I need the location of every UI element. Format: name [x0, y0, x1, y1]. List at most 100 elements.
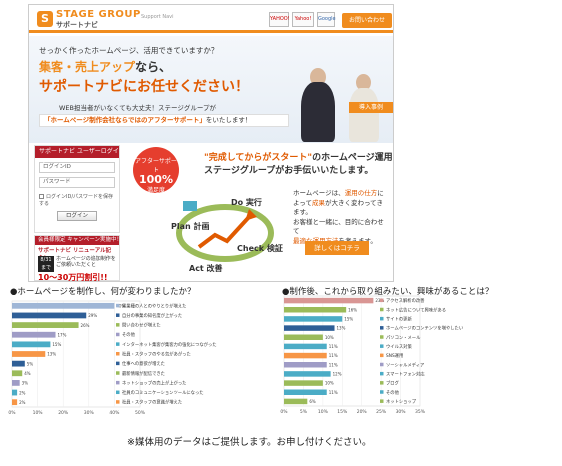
logo-icon: S — [37, 11, 53, 27]
desc-highlight-2: 成果 — [311, 198, 325, 207]
hero-headline: 集客・売上アップなら、 — [39, 58, 171, 75]
legend-swatch — [116, 361, 120, 366]
legend-swatch — [116, 313, 120, 317]
bar-value-label: 6% — [309, 399, 316, 404]
hero-headline-rest: なら、 — [135, 60, 172, 74]
left-chart-title: ●ホームページを制作し、何が変わりましたか？ — [10, 287, 196, 297]
remember-label: ログインID/パスワードを保存する — [39, 194, 114, 207]
details-button[interactable]: 詳しくはコチラ — [305, 241, 369, 255]
cycle-label-check: Check 検証 — [237, 243, 283, 253]
category-label: 問い合わせが増えた — [122, 322, 161, 329]
password-field[interactable]: パスワード — [39, 177, 115, 188]
operation-description: ホームページは、運用の仕方に よって成果が大きく変わってきます。 お客様と一緒に… — [293, 189, 389, 246]
logo-text[interactable]: STAGE GROUP — [56, 9, 141, 20]
category-label: ホームページのコンテンツを増やしたい — [386, 325, 463, 332]
legend-swatch — [380, 298, 384, 303]
bar — [284, 343, 327, 350]
login-button[interactable]: ログイン — [57, 211, 97, 221]
hero-lead: せっかく作ったホームページ、活用できていますか？ — [39, 46, 219, 55]
bar-value-label: 4% — [24, 371, 31, 376]
checkbox-icon[interactable] — [39, 194, 44, 199]
category-label: ソーシャルメディア — [386, 361, 424, 368]
category-label: ウイルス対策 — [386, 343, 412, 350]
bar — [12, 331, 56, 338]
bar — [12, 370, 23, 377]
category-label: 異業種の人とのやりとりが増えた — [122, 302, 186, 309]
remember-checkbox[interactable]: ログインID/パスワードを保存する — [39, 193, 115, 207]
campaign-date: 8/31まで — [38, 256, 54, 272]
bar — [284, 352, 327, 359]
mid-title-rest: のホームページ運用 — [312, 153, 393, 163]
cycle-label-do: Do 実行 — [231, 197, 262, 207]
badge-yahoo: YAHOO! — [269, 12, 290, 27]
campaign-header: 会員様限定 キャンペーン実施中！ — [35, 236, 119, 245]
bar-value-label: 13% — [337, 326, 346, 331]
bar-value-label: 11% — [329, 362, 338, 367]
case-study-button[interactable]: 導入事例 — [349, 102, 393, 113]
legend-swatch — [116, 371, 120, 375]
pdca-cycle-diagram: Plan 計画 Do 実行 Check 検証 Act 改善 — [171, 197, 283, 273]
x-tick-label: 25% — [376, 409, 387, 415]
cycle-label-plan: Plan 計画 — [171, 221, 209, 231]
right-bar-chart: 0% 5% 10% 15% 20% 25% 30% 35%23% アクセス解析の改善16% ネット… — [280, 295, 463, 415]
badge-yahoo-2: Yahoo! — [292, 12, 314, 27]
logo-subtitle: サポートナビ — [56, 21, 98, 29]
x-tick-label: 40% — [109, 410, 120, 416]
bar — [284, 334, 323, 340]
legend-swatch — [116, 400, 120, 404]
desc-text-1-end: に — [377, 189, 384, 197]
legend-swatch — [116, 323, 120, 327]
x-tick-label: 10% — [318, 409, 329, 415]
x-tick-label: 30% — [396, 409, 407, 415]
desc-text-2-prefix: よって — [293, 198, 312, 207]
cycle-label-act: Act 改善 — [189, 263, 223, 273]
campaign-banner[interactable]: 会員様限定 キャンペーン実施中！ サポートナビ リニューアル記念！ 8/31まで… — [34, 235, 120, 281]
x-tick-label: 20% — [58, 410, 69, 416]
legend-swatch — [380, 316, 384, 321]
campaign-text: ホームページの追加制作を ご依頼いただくと — [56, 256, 116, 268]
bar-value-label: 10% — [325, 335, 334, 340]
bar-value-label: 15% — [52, 342, 61, 347]
legend-swatch — [380, 381, 384, 385]
seal-big: 100% — [139, 173, 173, 186]
hero-headline-accent: 集客・売上アップ — [39, 60, 136, 74]
bar — [12, 341, 51, 348]
category-label: スマートフォン対応 — [386, 370, 425, 377]
bar-value-label: 11% — [329, 390, 338, 395]
bar-value-label: 12% — [333, 372, 342, 377]
legend-swatch — [380, 353, 384, 358]
mid-title-line2: ステージグループがお手伝いいたします。 — [204, 166, 374, 176]
legend-swatch — [380, 344, 384, 348]
category-label: サイトの更新 — [386, 315, 412, 322]
category-label: 自分の事業の知名度が上がった — [122, 312, 182, 319]
bar-value-label: 11% — [329, 353, 338, 358]
bar-value-label: 13% — [47, 352, 56, 357]
category-label: その他 — [386, 389, 400, 396]
legend-swatch — [116, 380, 120, 385]
bar-value-label: 16% — [348, 307, 357, 312]
category-label: 社員のコミュニケーションツールになった — [122, 389, 204, 396]
bar-value-label: 3% — [22, 381, 29, 386]
footnote: ※媒体用のデータはご提供します。お申し付けください。 — [127, 437, 372, 448]
login-id-field[interactable]: ログインID — [39, 162, 115, 173]
businesswoman-photo — [349, 88, 379, 142]
hero-subheadline: サポートナビにお任せください！ — [39, 79, 249, 95]
bar-value-label: 29% — [88, 313, 97, 318]
category-label: ネット広告について興味がある — [386, 306, 446, 313]
category-label: アクセス解析の改善 — [386, 297, 425, 304]
category-label: ネットショップの売上が上がった — [122, 379, 186, 386]
bar — [12, 312, 87, 319]
bar — [284, 389, 327, 395]
site-header: S STAGE GROUP サポートナビ Support Navi YAHOO!… — [29, 5, 393, 33]
x-tick-label: 5% — [300, 409, 308, 415]
category-label: ネットショップ — [386, 399, 417, 405]
bar — [284, 371, 331, 377]
contact-button[interactable]: お問い合わせ — [342, 13, 392, 28]
legend-swatch — [380, 371, 384, 376]
bar-value-label: 2% — [19, 400, 26, 405]
bar-value-label: 10% — [325, 381, 334, 386]
legend-swatch — [380, 362, 384, 367]
campaign-price: 10～30万円割引!! — [38, 273, 108, 282]
bar — [284, 380, 323, 386]
support-label: Support Navi — [141, 14, 174, 20]
